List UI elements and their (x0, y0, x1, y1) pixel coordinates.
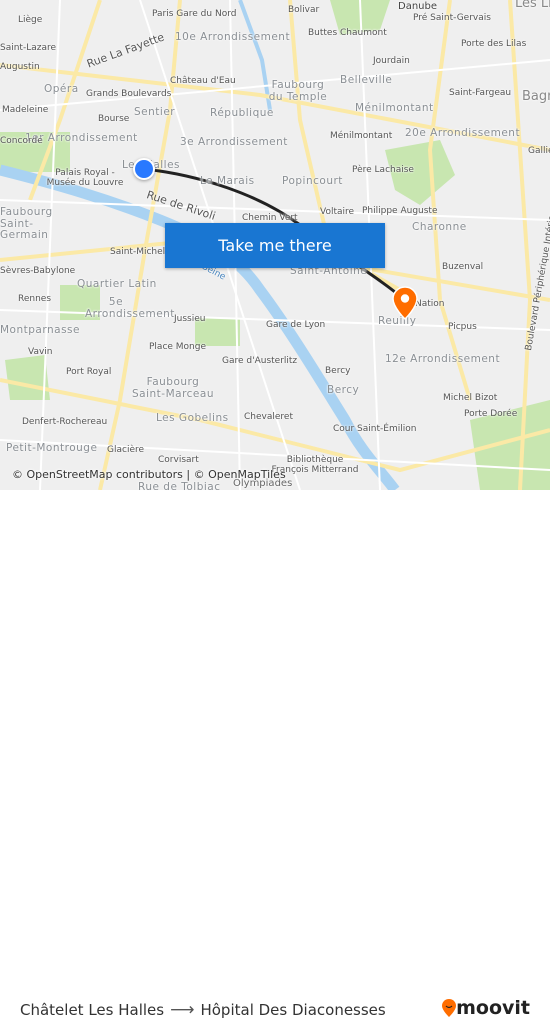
map-label: Buzenval (442, 262, 484, 272)
map-label: Bercy (327, 384, 360, 396)
logo-text: moovit (456, 997, 530, 1019)
map-label: Paris Gare du Nord (152, 9, 237, 19)
map-label: Les Gobelins (156, 412, 229, 424)
map-label: Les Lilas (515, 0, 550, 11)
map-label: Nation (415, 299, 445, 309)
map-label: Faubourg Saint-Marceau (132, 376, 214, 400)
map-label: Père Lachaise (352, 165, 414, 175)
map-label: Place Monge (149, 342, 207, 352)
map-label: 3e Arrondissement (180, 136, 288, 148)
arrow-right-icon: ⟶ (170, 1000, 195, 1020)
map-label: Popincourt (282, 175, 343, 187)
map-label: Faubourg Saint-Germain (0, 206, 53, 242)
map-label: Philippe Auguste (362, 206, 438, 216)
origin-name: Châtelet Les Halles (20, 1001, 165, 1019)
map-label: Gallieni (528, 146, 550, 156)
map-label: Denfert-Rochereau (22, 417, 108, 427)
map-label: Saint-Lazare (0, 43, 57, 53)
map-label: Picpus (448, 322, 477, 332)
map-label: Bercy (325, 366, 351, 376)
map-label: Jussieu (174, 314, 206, 324)
map-label: Montparnasse (0, 324, 80, 336)
map-label: Bourse (98, 114, 130, 124)
map-label: Glacière (107, 445, 145, 455)
map-label: Gare de Lyon (266, 320, 326, 330)
map-label: 10e Arrondissement (175, 31, 291, 43)
map-label: Cour Saint-Émilion (333, 424, 417, 434)
map-label: Port Royal (66, 367, 112, 377)
map-label: Bagnolet (522, 89, 550, 104)
map-attribution[interactable]: © OpenStreetMap contributors | © OpenMap… (12, 468, 286, 481)
map-label: Liège (18, 15, 43, 25)
map-label: Concorde (0, 136, 43, 146)
map-label: Augustin (0, 62, 40, 72)
map-label: Pré Saint-Gervais (413, 13, 491, 23)
map-label: Chevaleret (244, 412, 293, 422)
map-label: Le Marais (200, 175, 255, 187)
take-me-there-button[interactable]: Take me there (165, 223, 385, 268)
map-label: 12e Arrondissement (385, 353, 501, 365)
footer: Châtelet Les Halles ⟶ Hôpital Des Diacon… (0, 490, 550, 1020)
map-label: Opéra (44, 83, 79, 95)
map-label: Jourdain (373, 56, 410, 66)
map-label: Saint-Fargeau (449, 88, 512, 98)
map-label: Rennes (18, 294, 52, 304)
map-label: Palais Royal - Musée du Louvre (46, 168, 124, 188)
map-label: Danube (398, 1, 438, 12)
map-label: Rue de Tolbiac (138, 481, 221, 490)
moovit-logo[interactable]: moovit (442, 997, 530, 1019)
map-label: Vavin (28, 347, 53, 357)
map-label: Grands Boulevards (86, 89, 172, 99)
map-label: Corvisart (158, 455, 199, 465)
map-label: Gare d'Austerlitz (222, 356, 298, 366)
map-label: Madeleine (2, 105, 49, 115)
map-label: Petit-Montrouge (6, 442, 98, 454)
map-label: Belleville (340, 74, 393, 86)
map-label: Quartier Latin (77, 278, 157, 290)
map-label: Voltaire (320, 207, 355, 217)
map-label: République (210, 107, 274, 119)
map-label: Michel Bizot (443, 393, 498, 403)
map-label: 5e Arrondissement (85, 296, 175, 320)
destination-name: Hôpital Des Diaconesses (200, 1001, 386, 1019)
destination-pin-icon[interactable] (392, 286, 418, 320)
route-summary: Châtelet Les Halles ⟶ Hôpital Des Diacon… (20, 1000, 386, 1020)
map-label: Ménilmontant (355, 102, 434, 114)
map-label: Château d'Eau (170, 76, 236, 86)
map-label: Sèvres-Babylone (0, 266, 76, 276)
map-label: Bolivar (288, 5, 320, 15)
map-label: Sentier (134, 106, 176, 118)
map[interactable]: Liège Paris Gare du Nord 10e Arrondissem… (0, 0, 550, 490)
map-label: Buttes Chaumont (308, 28, 387, 38)
map-label: Porte des Lilas (461, 39, 527, 49)
map-label: Ménilmontant (330, 131, 393, 141)
map-label: Porte Dorée (464, 409, 518, 419)
map-label: Faubourg du Temple (268, 79, 328, 103)
map-label: 20e Arrondissement (405, 127, 521, 139)
map-label: Charonne (412, 221, 467, 233)
origin-marker[interactable] (133, 158, 155, 180)
moovit-pin-icon (442, 999, 457, 1017)
